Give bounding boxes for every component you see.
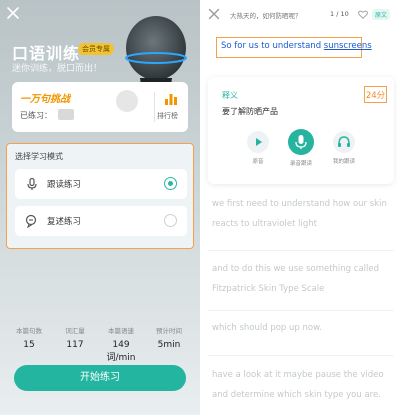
challenge-title: 一万句挑战 xyxy=(20,94,70,105)
record-button[interactable] xyxy=(288,129,314,155)
stat-sentences: 本篇句数 15 xyxy=(16,327,42,350)
close-icon[interactable] xyxy=(208,8,220,20)
divider xyxy=(208,355,394,356)
start-practice-button[interactable]: 开始练习 xyxy=(14,365,186,391)
radio-unselected[interactable] xyxy=(164,214,177,227)
challenge-card[interactable]: 一万句挑战 已练习： 排行榜 xyxy=(12,82,188,132)
mode-option-read-along[interactable]: 跟读练习 xyxy=(15,169,187,199)
score-value: 24分 xyxy=(365,91,386,101)
definition-label: 释义 xyxy=(222,91,238,100)
score-badge: 24分 xyxy=(364,86,387,103)
leaderboard-icon[interactable] xyxy=(164,92,178,106)
stat-duration: 预计时间 5min xyxy=(156,327,182,350)
divider xyxy=(154,92,155,122)
play-original-control[interactable]: 原音 xyxy=(240,131,276,165)
page-indicator: 1 / 10 xyxy=(330,10,349,18)
current-sentence-text: So for us to understand sunscreens xyxy=(221,41,372,51)
member-badge: 会员专属 xyxy=(78,43,114,55)
control-label: 录音跟读 xyxy=(289,161,312,167)
control-label: 原音 xyxy=(252,159,264,165)
stat-speed: 本篇语速 149词/min xyxy=(106,327,136,363)
mode-label: 复述练习 xyxy=(47,217,82,227)
definition-card: 释义 要了解防晒产品 24分 原音 录音跟读 我的跟读 xyxy=(208,77,394,184)
keyword-sunscreens[interactable]: sunscreens xyxy=(324,41,372,51)
divider xyxy=(208,250,394,251)
study-mode-title: 选择学习模式 xyxy=(15,152,63,161)
challenge-avatar xyxy=(116,90,138,112)
close-icon[interactable] xyxy=(6,6,20,20)
study-mode-selector: 选择学习模式 跟读练习 复述练习 xyxy=(6,143,194,249)
lesson-title: 大热天的，如何防晒呢？ xyxy=(230,12,302,20)
sentence-item[interactable]: which should pop up now. xyxy=(212,318,394,338)
record-control[interactable]: 录音跟读 xyxy=(283,129,319,167)
leaderboard-link[interactable]: 排行榜 xyxy=(157,111,178,121)
stat-vocabulary: 词汇量 117 xyxy=(65,327,85,350)
page-subtitle: 迷你训练，脱口而出！ xyxy=(12,64,103,74)
my-recording-button[interactable] xyxy=(333,131,355,153)
my-recording-control[interactable]: 我的跟读 xyxy=(326,131,362,165)
course-intro-panel: 口语训练 会员专属 迷你训练，脱口而出！ 一万句挑战 已练习： 排行榜 选择学习… xyxy=(0,0,200,415)
practiced-count-blurred xyxy=(58,109,74,120)
sentence-item[interactable]: we first need to understand how our skin… xyxy=(212,194,394,234)
microphone-icon xyxy=(27,177,37,190)
practiced-label: 已练习： xyxy=(20,111,52,120)
course-stats: 本篇句数 15 词汇量 117 本篇语速 149词/min 预计时间 5min xyxy=(6,325,194,363)
definition-text: 要了解防晒产品 xyxy=(222,107,278,116)
sentence-item[interactable]: have a look at it maybe pause the video … xyxy=(212,365,394,405)
mode-option-retell[interactable]: 复述练习 xyxy=(15,206,187,236)
mode-label: 跟读练习 xyxy=(47,180,82,190)
play-icon xyxy=(256,138,262,146)
control-label: 我的跟读 xyxy=(332,159,355,165)
original-text-tag[interactable]: 原文 xyxy=(372,9,391,20)
microphone-icon xyxy=(295,135,307,149)
heart-icon[interactable] xyxy=(358,10,368,19)
radio-selected[interactable] xyxy=(164,177,177,190)
sentence-item[interactable]: and to do this we use something called F… xyxy=(212,259,394,299)
headphones-icon xyxy=(338,136,350,147)
practice-panel: 大热天的，如何防晒呢？ 1 / 10 原文 So for us to under… xyxy=(200,0,400,415)
play-button[interactable] xyxy=(247,131,269,153)
divider xyxy=(208,310,394,311)
current-sentence: So for us to understand sunscreens xyxy=(216,37,372,58)
speech-bubble-icon xyxy=(25,214,37,228)
